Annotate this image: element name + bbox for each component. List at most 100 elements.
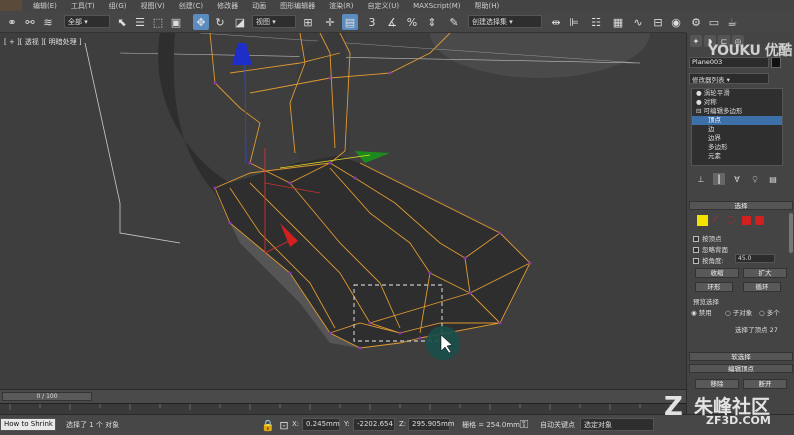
percent-snap-icon[interactable]: %	[404, 14, 420, 30]
named-selection-dropdown[interactable]: 创建选择集 ▾	[468, 15, 542, 28]
selection-rollout-header[interactable]: 选择	[689, 201, 793, 210]
by-vertex-checkbox[interactable]: 按顶点	[693, 233, 722, 243]
break-button[interactable]: 断开	[743, 379, 787, 389]
snaps-toggle-icon[interactable]: 3	[364, 14, 380, 30]
border-mode-icon[interactable]: ◌	[727, 215, 738, 226]
key-icon[interactable]: ⚿	[516, 417, 532, 433]
stack-item-element[interactable]: 元素	[692, 152, 782, 161]
render-setup-icon[interactable]: ⚙	[688, 14, 704, 30]
create-tab-icon[interactable]: ✦	[690, 35, 702, 47]
menu-maxscript[interactable]: MAXScript(M)	[406, 2, 467, 10]
stack-item-border[interactable]: 边界	[692, 134, 782, 143]
menu-graph-editors[interactable]: 图形编辑器	[273, 1, 322, 11]
edge-mode-icon[interactable]: ⟋	[712, 215, 723, 226]
menu-view[interactable]: 视图(V)	[134, 1, 172, 11]
window-crossing-icon[interactable]: ▣	[168, 14, 184, 30]
grow-button[interactable]: 扩大	[743, 268, 787, 278]
stack-item-editable-poly[interactable]: ⊟ 可编辑多边形	[692, 107, 782, 116]
ignore-backfacing-checkbox[interactable]: 忽略背面	[693, 244, 728, 254]
select-object-icon[interactable]: ⬉	[114, 14, 130, 30]
gizmo-z-axis-handle[interactable]	[232, 43, 252, 65]
time-slider[interactable]: 0 / 100	[2, 392, 92, 401]
edit-named-sel-icon[interactable]: ✎	[446, 14, 462, 30]
menu-rendering[interactable]: 渲染(R)	[322, 1, 360, 11]
select-rotate-icon[interactable]: ↻	[212, 14, 228, 30]
keyboard-shortcut-icon[interactable]: ▤	[342, 14, 358, 30]
lock-selection-icon[interactable]: 🔒	[260, 417, 276, 433]
set-key-dropdown[interactable]: 选定对象	[580, 418, 654, 431]
gizmo-y-axis-handle[interactable]	[355, 151, 390, 163]
bind-spacewarp-icon[interactable]: ≋	[40, 14, 56, 30]
menu-help[interactable]: 帮助(H)	[468, 1, 507, 11]
vertex-mode-icon[interactable]	[697, 215, 708, 226]
menu-group[interactable]: 组(G)	[102, 1, 134, 11]
curve-editor-icon[interactable]: ∿	[630, 14, 646, 30]
polygon-mode-icon[interactable]	[742, 216, 751, 225]
perspective-viewport[interactable]: [ + ][ 透视 ][ 明暗处理 ]	[0, 33, 686, 389]
mirror-icon[interactable]: ⇹	[548, 14, 564, 30]
by-angle-checkbox[interactable]: 按角度:	[693, 255, 724, 265]
select-scale-icon[interactable]: ◪	[232, 14, 248, 30]
menu-tools[interactable]: 工具(T)	[64, 1, 102, 11]
modifier-list-dropdown[interactable]: 修改器列表 ▾	[689, 73, 769, 84]
selection-filter-dropdown[interactable]: 全部 ▾	[64, 15, 110, 28]
preview-off-radio[interactable]: ◉ 禁用	[691, 307, 712, 317]
loop-button[interactable]: 循环	[743, 282, 781, 292]
spinner-snap-icon[interactable]: ⇕	[424, 14, 440, 30]
stack-item-polygon[interactable]: 多边形	[692, 143, 782, 152]
track-bar[interactable]	[0, 403, 686, 414]
graphite-ribbon-icon[interactable]: ▦	[610, 14, 626, 30]
element-mode-icon[interactable]	[755, 216, 764, 225]
y-coord-label: Y:	[344, 420, 350, 428]
pivot-center-icon[interactable]: ⊞	[300, 14, 316, 30]
rect-selection-icon[interactable]: ⬚	[150, 14, 166, 30]
edit-vertices-rollout-header[interactable]: 编辑顶点	[689, 364, 793, 373]
app-logo[interactable]	[0, 0, 22, 11]
stack-item-vertex[interactable]: 顶点	[692, 116, 782, 125]
viewport-label[interactable]: [ + ][ 透视 ][ 明暗处理 ]	[4, 37, 82, 47]
layer-manager-icon[interactable]: ☷	[588, 14, 604, 30]
z-coord-label: Z:	[399, 420, 407, 428]
material-editor-icon[interactable]: ◉	[668, 14, 684, 30]
z-coord-field[interactable]: 295.905mm	[408, 418, 455, 431]
angle-value-field[interactable]: 45.0	[735, 254, 775, 263]
maxscript-listener[interactable]: How to Shrink	[0, 418, 56, 431]
make-unique-icon[interactable]: ∀	[731, 173, 743, 185]
menu-customize[interactable]: 自定义(U)	[360, 1, 406, 11]
unlink-icon[interactable]: ⚯	[22, 14, 38, 30]
link-icon[interactable]: ⚭	[4, 14, 20, 30]
preview-subobject-radio[interactable]: ○ 子对象	[725, 307, 752, 317]
select-move-icon[interactable]: ✥	[193, 14, 209, 30]
stack-item-edge[interactable]: 边	[692, 125, 782, 134]
menu-create[interactable]: 创建(C)	[172, 1, 210, 11]
menu-edit[interactable]: 编辑(E)	[26, 1, 64, 11]
panel-scrollbar[interactable]	[789, 213, 793, 253]
absolute-mode-icon[interactable]: ⊡	[276, 417, 292, 433]
rendered-frame-icon[interactable]: ▭	[706, 14, 722, 30]
schematic-view-icon[interactable]: ⊟	[650, 14, 666, 30]
selection-filter-value: 全部	[68, 18, 82, 26]
stack-item-symmetry[interactable]: ● 对称	[692, 98, 782, 107]
select-by-name-icon[interactable]: ☰	[132, 14, 148, 30]
remove-button[interactable]: 移除	[695, 379, 739, 389]
menu-animation[interactable]: 动画	[245, 1, 273, 11]
show-end-result-icon[interactable]: ┃	[713, 173, 725, 185]
y-coord-field[interactable]: -2202.654	[353, 418, 395, 431]
auto-key-label[interactable]: 自动关键点	[540, 420, 575, 430]
stack-item-turbosmooth[interactable]: ● 涡轮平滑	[692, 89, 782, 98]
pin-stack-icon[interactable]: ⊥	[695, 173, 707, 185]
preview-multi-radio[interactable]: ○ 多个	[759, 307, 780, 317]
shrink-button[interactable]: 收缩	[695, 268, 739, 278]
ring-button[interactable]: 环形	[695, 282, 733, 292]
angle-snap-icon[interactable]: ∡	[384, 14, 400, 30]
x-coord-field[interactable]: 0.245mm	[302, 418, 340, 431]
configure-sets-icon[interactable]: ▤	[767, 173, 779, 185]
align-icon[interactable]: ⊫	[566, 14, 582, 30]
ref-coord-dropdown[interactable]: 视图 ▾	[252, 15, 296, 28]
soft-selection-rollout-header[interactable]: 软选择	[689, 352, 793, 361]
select-manipulate-icon[interactable]: ✛	[322, 14, 338, 30]
mesh-upper-part	[290, 33, 350, 163]
render-production-icon[interactable]: ☕	[724, 14, 740, 30]
remove-modifier-icon[interactable]: ⍜	[749, 173, 761, 185]
menu-modifiers[interactable]: 修改器	[210, 1, 245, 11]
